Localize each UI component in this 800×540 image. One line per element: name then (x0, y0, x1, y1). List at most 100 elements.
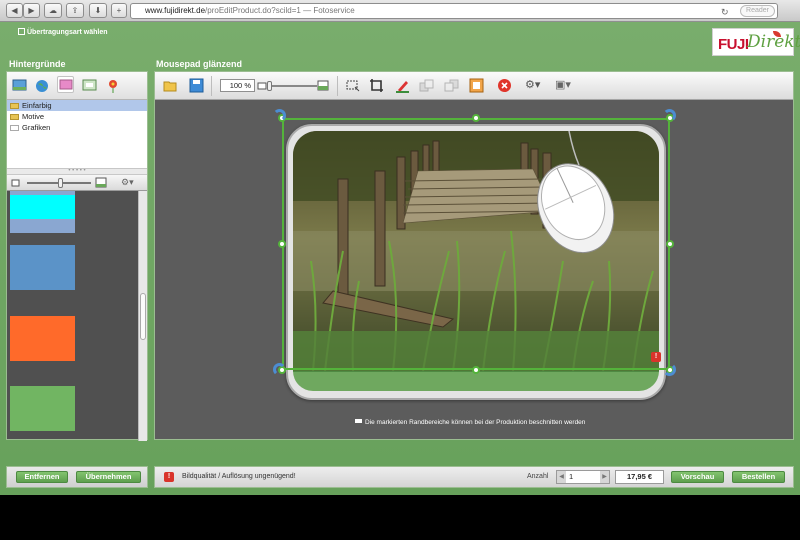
browser-toolbar: ◀ ▶ ☁ ⇪ ⬇ + www.fujidirekt.de/proEditPro… (0, 0, 800, 22)
apply-background-button[interactable]: Übernehmen (76, 471, 141, 483)
placed-photo[interactable] (293, 131, 659, 371)
rotate-handle-icon[interactable] (273, 363, 286, 376)
category-label: Motive (22, 112, 45, 121)
preview-button[interactable]: Vorschau (671, 471, 724, 483)
low-quality-warning-icon[interactable]: ! (651, 352, 661, 362)
category-label: Grafiken (22, 123, 51, 132)
thumb-size-slider-handle[interactable] (58, 178, 63, 188)
swatch-grid (7, 191, 139, 441)
fit-icon[interactable] (345, 78, 360, 93)
logo-fuji: FUJI (718, 36, 749, 53)
background-type-toolbar (7, 72, 147, 100)
color-swatch-icon (59, 79, 73, 90)
resize-handle[interactable] (472, 114, 480, 122)
share-icon: ⇪ (71, 6, 79, 15)
scrollbar-thumb[interactable] (140, 293, 146, 340)
download-icon: ⬇ (94, 6, 102, 15)
swatch-tile[interactable] (10, 245, 75, 290)
zoom-out-icon[interactable] (257, 81, 267, 91)
layer-back-icon[interactable] (419, 78, 434, 93)
frame-icon[interactable] (469, 78, 484, 93)
text-icon[interactable] (395, 78, 410, 93)
price-display: 17,95 € (615, 470, 664, 484)
resize-handle[interactable] (472, 366, 480, 374)
gear-icon[interactable]: ⚙▾ (121, 177, 134, 188)
remove-background-button[interactable]: Entfernen (16, 471, 68, 483)
editor-panel: 100 % ⚙▾ ▣▾ ! Die markierten Randbereich… (154, 71, 794, 440)
order-button[interactable]: Bestellen (732, 471, 785, 483)
fujidirekt-logo[interactable]: FUJI Direkt (712, 28, 800, 56)
dock-photo (293, 131, 659, 371)
editor-toolbar: 100 % ⚙▾ ▣▾ (155, 72, 793, 100)
decrement-icon[interactable]: ◀ (557, 471, 566, 483)
large-thumb-icon[interactable] (95, 177, 107, 189)
add-tab-icon: + (116, 6, 122, 15)
crop-hint: Die markierten Randbereiche können bei d… (355, 419, 585, 426)
rotate-handle-icon[interactable] (663, 109, 676, 122)
zoom-slider[interactable] (269, 85, 317, 87)
folder-icon (10, 102, 19, 109)
reload-icon[interactable]: ↻ (721, 5, 729, 18)
zoom-input[interactable]: 100 % (220, 79, 255, 92)
backgrounds-title: Hintergründe (9, 59, 66, 69)
settings-icon[interactable]: ⚙▾ (525, 78, 540, 91)
background-tab-frames[interactable] (81, 77, 98, 94)
category-label: Einfarbig (22, 101, 52, 110)
background-tab-colors[interactable] (57, 76, 74, 93)
delete-icon[interactable] (497, 78, 512, 93)
category-item[interactable]: Motive (7, 111, 147, 122)
rotate-handle-icon[interactable] (663, 363, 676, 376)
background-tab-cliparts[interactable] (105, 77, 122, 94)
crop-area-legend-icon (355, 419, 362, 423)
quantity-stepper[interactable]: ◀ 1 ▶ (556, 470, 610, 484)
mousepad-preview (286, 124, 666, 400)
address-bar[interactable]: www.fujidirekt.de/proEditProduct.do?scil… (130, 3, 778, 19)
swatch-tile[interactable] (10, 316, 75, 361)
crop-icon[interactable] (369, 78, 384, 93)
quantity-value[interactable]: 1 (569, 471, 573, 483)
swatch-tile[interactable] (10, 386, 75, 431)
folder-icon (10, 113, 19, 120)
grid-icon[interactable]: ▣▾ (555, 78, 571, 91)
background-tab-photos[interactable] (11, 77, 28, 94)
rotate-handle-icon[interactable] (273, 109, 286, 122)
order-footer: ! Bildqualität / Auflösung ungenügend! A… (154, 466, 794, 488)
category-item[interactable]: Einfarbig (7, 100, 147, 111)
toolbar-separator (211, 76, 212, 96)
small-thumb-icon[interactable] (11, 178, 21, 188)
url-path: /proEditProduct.do?scild=1 (205, 6, 301, 15)
transfer-mode-label: Übertragungsart wählen (27, 29, 108, 36)
add-tab-button[interactable]: + (111, 3, 127, 18)
quantity-label: Anzahl (527, 473, 549, 480)
resize-handle[interactable] (278, 240, 286, 248)
toolbar-separator (337, 76, 338, 96)
swatch-tile[interactable] (10, 191, 75, 233)
category-item[interactable]: Grafiken (7, 122, 147, 133)
share-button[interactable]: ⇪ (66, 3, 84, 18)
folder-open-icon[interactable] (163, 78, 178, 93)
save-icon[interactable] (189, 78, 204, 93)
increment-icon[interactable]: ▶ (600, 471, 609, 483)
crop-hint-text: Die markierten Randbereiche können bei d… (365, 419, 586, 426)
transfer-mode-link[interactable]: Übertragungsart wählen (18, 28, 108, 36)
resize-handle[interactable] (666, 240, 674, 248)
photo-icon (12, 79, 27, 91)
forward-button[interactable]: ▶ (23, 3, 40, 18)
flower-icon (109, 80, 117, 93)
backgrounds-panel: Einfarbig Motive Grafiken • • • • • ⚙▾ (6, 71, 148, 441)
back-button[interactable]: ◀ (6, 3, 23, 18)
category-list: Einfarbig Motive Grafiken (7, 100, 147, 169)
background-tab-globe[interactable] (34, 77, 51, 94)
cloud-button[interactable]: ☁ (44, 3, 62, 18)
frame-icon (82, 79, 97, 91)
swatch-color (10, 195, 75, 219)
download-button[interactable]: ⬇ (89, 3, 107, 18)
layer-front-icon[interactable] (444, 78, 459, 93)
quality-warning-text: Bildqualität / Auflösung ungenügend! (182, 473, 296, 480)
zoom-in-icon[interactable] (317, 80, 329, 92)
swatch-scrollbar[interactable] (138, 191, 147, 441)
thumbnail-size-toolbar: ⚙▾ (7, 175, 147, 191)
zoom-slider-handle[interactable] (267, 81, 272, 91)
editor-canvas[interactable]: ! Die markierten Randbereiche können bei… (155, 101, 793, 484)
reader-button[interactable]: Reader (740, 5, 775, 17)
